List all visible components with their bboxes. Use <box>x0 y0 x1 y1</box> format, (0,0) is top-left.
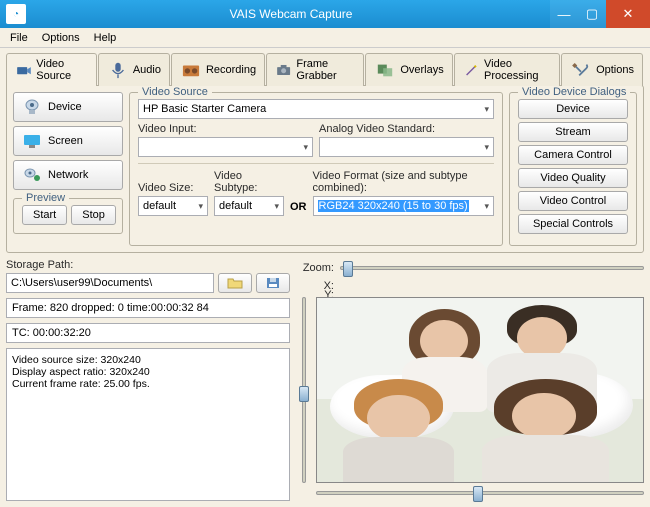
tab-audio[interactable]: Audio <box>98 53 170 86</box>
menu-options[interactable]: Options <box>36 30 86 46</box>
webcam-icon <box>15 61 32 79</box>
video-size-select[interactable]: default <box>138 196 208 216</box>
camera-icon <box>275 61 292 79</box>
video-input-select[interactable] <box>138 137 313 157</box>
video-subtype-select[interactable]: default <box>214 196 284 216</box>
network-webcam-icon <box>22 167 42 183</box>
storage-path-input[interactable]: C:\Users\user99\Documents\ <box>6 273 214 293</box>
analog-standard-label: Analog Video Standard: <box>319 123 494 135</box>
video-device-dialogs-fieldset: Video Device Dialogs Device Stream Camer… <box>509 92 637 246</box>
video-input-label: Video Input: <box>138 123 313 135</box>
analog-standard-select[interactable] <box>319 137 494 157</box>
timecode-line: TC: 00:00:32:20 <box>12 327 284 339</box>
dialog-video-control-button[interactable]: Video Control <box>518 191 628 211</box>
disk-icon <box>266 277 280 289</box>
dialog-stream-button[interactable]: Stream <box>518 122 628 142</box>
video-source-legend: Video Source <box>138 86 212 98</box>
video-subtype-label: Video Subtype: <box>214 170 284 194</box>
overlays-icon <box>374 61 396 79</box>
video-size-label: Video Size: <box>138 182 208 194</box>
video-format-select[interactable]: RGB24 320x240 (15 to 30 fps) <box>313 196 495 216</box>
tab-bar: Video Source Audio Recording Frame Grabb… <box>6 52 644 85</box>
app-icon: ◔ <box>6 4 26 24</box>
browse-folder-button[interactable] <box>218 273 252 293</box>
zoom-slider[interactable] <box>340 266 644 270</box>
timecode-box: TC: 00:00:32:20 <box>6 323 290 343</box>
camera-select[interactable]: HP Basic Starter Camera <box>138 99 494 119</box>
monitor-icon <box>22 133 42 149</box>
device-dialogs-legend: Video Device Dialogs <box>518 86 630 98</box>
recording-icon <box>180 61 202 79</box>
dialog-special-controls-button[interactable]: Special Controls <box>518 214 628 234</box>
video-format-label: Video Format (size and subtype combined)… <box>313 170 495 194</box>
device-button[interactable]: Device <box>13 92 123 122</box>
folder-open-icon <box>227 277 243 289</box>
preview-start-button[interactable]: Start <box>22 205 67 225</box>
dialog-device-button[interactable]: Device <box>518 99 628 119</box>
wand-icon <box>463 61 480 79</box>
preview-legend: Preview <box>22 192 69 204</box>
microphone-icon <box>107 61 129 79</box>
or-label: OR <box>290 201 307 216</box>
save-path-button[interactable] <box>256 273 290 293</box>
dialog-video-quality-button[interactable]: Video Quality <box>518 168 628 188</box>
tab-video-source[interactable]: Video Source <box>6 53 97 86</box>
screen-button[interactable]: Screen <box>13 126 123 156</box>
title-bar: ◔ VAIS Webcam Capture — ▢ ✕ <box>0 0 650 28</box>
frame-status-line: Frame: 820 dropped: 0 time:00:00:32 84 <box>12 302 284 314</box>
maximize-button[interactable]: ▢ <box>578 0 606 28</box>
menu-file[interactable]: File <box>4 30 34 46</box>
dialog-camera-control-button[interactable]: Camera Control <box>518 145 628 165</box>
preview-image <box>316 297 644 483</box>
video-source-panel: Device Screen Network Preview Start Stop <box>6 85 644 253</box>
x-slider[interactable] <box>316 485 644 501</box>
menu-bar: File Options Help <box>0 28 650 48</box>
tab-frame-grabber[interactable]: Frame Grabber <box>266 53 364 86</box>
info-log-box: Video source size: 320x240 Display aspec… <box>6 348 290 501</box>
webcam-device-icon <box>22 99 42 115</box>
video-source-fieldset: Video Source HP Basic Starter Camera Vid… <box>129 92 503 246</box>
tools-icon <box>570 61 592 79</box>
preview-stop-button[interactable]: Stop <box>71 205 116 225</box>
menu-help[interactable]: Help <box>88 30 123 46</box>
preview-fieldset: Preview Start Stop <box>13 198 123 234</box>
tab-options[interactable]: Options <box>561 53 643 86</box>
network-button[interactable]: Network <box>13 160 123 190</box>
frame-status-box: Frame: 820 dropped: 0 time:00:00:32 84 <box>6 298 290 318</box>
window-title: VAIS Webcam Capture <box>32 7 550 21</box>
tab-overlays[interactable]: Overlays <box>365 53 452 86</box>
minimize-button[interactable]: — <box>550 0 578 28</box>
close-button[interactable]: ✕ <box>606 0 650 28</box>
tab-recording[interactable]: Recording <box>171 53 265 86</box>
storage-path-label: Storage Path: <box>6 259 290 271</box>
tab-video-processing[interactable]: Video Processing <box>454 53 560 86</box>
zoom-label: Zoom: <box>296 262 334 274</box>
y-slider[interactable] <box>296 297 312 483</box>
